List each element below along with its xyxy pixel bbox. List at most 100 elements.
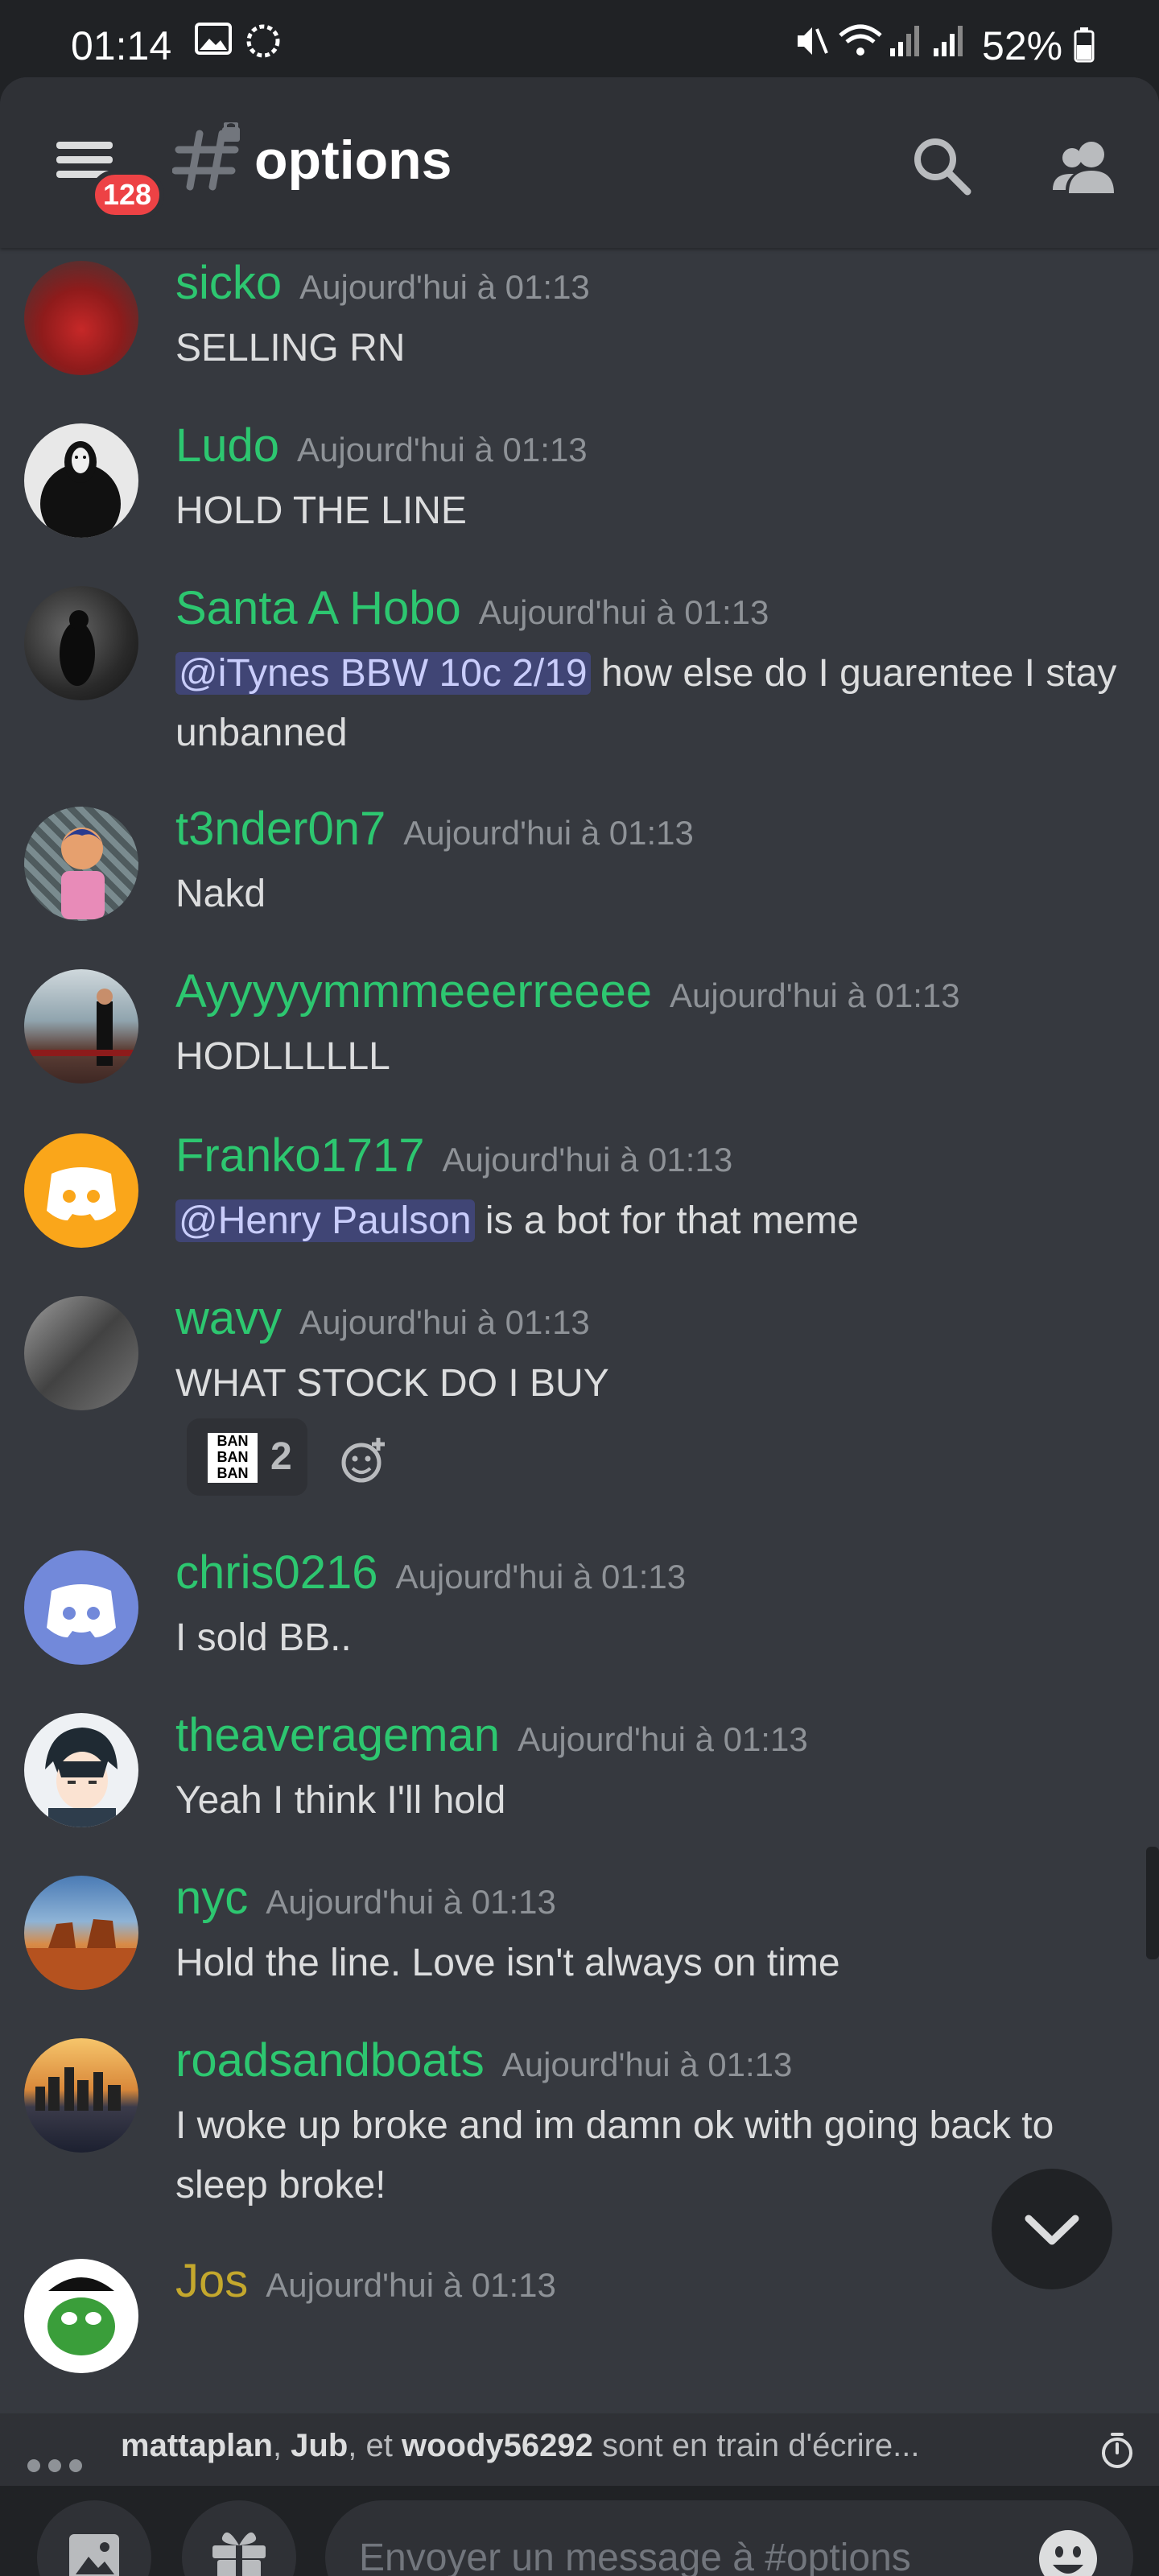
message-timestamp: Aujourd'hui à 01:13 bbox=[403, 814, 694, 852]
avatar[interactable] bbox=[24, 1133, 138, 1248]
message-timestamp: Aujourd'hui à 01:13 bbox=[266, 1883, 556, 1921]
jump-to-present-button[interactable] bbox=[992, 2169, 1112, 2289]
username[interactable]: Ayyyyymmmeeerreeee bbox=[175, 965, 652, 1018]
typing-user: woody56292 bbox=[402, 2428, 593, 2463]
message-timestamp: Aujourd'hui à 01:13 bbox=[266, 2266, 556, 2304]
message-content: HOLD THE LINE bbox=[175, 489, 467, 532]
message-author[interactable]: Ludo Aujourd'hui à 01:13 bbox=[175, 419, 588, 473]
message-author[interactable]: roadsandboats Aujourd'hui à 01:13 bbox=[175, 2033, 792, 2087]
reaction-pill[interactable]: BAN BAN BAN 2 bbox=[187, 1418, 307, 1496]
message-author[interactable]: chris0216 Aujourd'hui à 01:13 bbox=[175, 1546, 686, 1600]
user-mention[interactable]: @Henry Paulson bbox=[175, 1199, 475, 1242]
ban-emoji-icon: BAN BAN BAN bbox=[208, 1433, 258, 1483]
message-author[interactable]: Jos Aujourd'hui à 01:13 bbox=[175, 2254, 556, 2308]
typing-separator: , bbox=[272, 2428, 291, 2463]
image-icon bbox=[69, 2534, 119, 2576]
username[interactable]: Jos bbox=[175, 2255, 248, 2307]
message-timestamp: Aujourd'hui à 01:13 bbox=[299, 1303, 590, 1341]
signal-2-icon bbox=[932, 23, 967, 67]
message-author[interactable]: sicko Aujourd'hui à 01:13 bbox=[175, 256, 590, 310]
message-content: Nakd bbox=[175, 873, 266, 915]
message-content: Hold the line. Love isn't always on time bbox=[175, 1942, 840, 1984]
typing-user: Jub bbox=[291, 2428, 349, 2463]
status-time: 01:14 bbox=[71, 23, 172, 68]
message-composer: Envoyer un message à #options bbox=[0, 2486, 1159, 2576]
username[interactable]: wavy bbox=[175, 1292, 282, 1344]
message-input[interactable]: Envoyer un message à #options bbox=[325, 2500, 1133, 2576]
message-timestamp: Aujourd'hui à 01:13 bbox=[501, 2046, 793, 2083]
avatar[interactable] bbox=[24, 807, 138, 921]
message-author[interactable]: wavy Aujourd'hui à 01:13 bbox=[175, 1291, 590, 1345]
unread-badge: 128 bbox=[90, 170, 165, 220]
message-author[interactable]: Franko1717 Aujourd'hui à 01:13 bbox=[175, 1129, 732, 1183]
avatar[interactable] bbox=[24, 2038, 138, 2153]
avatar[interactable] bbox=[24, 586, 138, 700]
message-timestamp: Aujourd'hui à 01:13 bbox=[670, 976, 960, 1014]
avatar[interactable] bbox=[24, 1550, 138, 1665]
message-author[interactable]: t3nder0n7 Aujourd'hui à 01:13 bbox=[175, 802, 694, 856]
battery-icon bbox=[1074, 27, 1095, 63]
reaction-count: 2 bbox=[270, 1435, 292, 1478]
message-list[interactable]: sicko Aujourd'hui à 01:13 SELLING RN Ludo… bbox=[0, 248, 1159, 2413]
user-mention[interactable]: @iTynes BBW 10c 2/19 bbox=[175, 652, 591, 695]
message-timestamp: Aujourd'hui à 01:13 bbox=[297, 431, 588, 469]
avatar[interactable] bbox=[24, 1713, 138, 1827]
avatar[interactable] bbox=[24, 1296, 138, 1410]
emoji-icon[interactable] bbox=[1038, 2529, 1098, 2576]
typing-indicator: mattaplan, Jub, et woody56292 sont en tr… bbox=[0, 2413, 1159, 2486]
avatar[interactable] bbox=[24, 1876, 138, 1990]
avatar[interactable] bbox=[24, 423, 138, 538]
scrollbar-thumb[interactable] bbox=[1146, 1847, 1159, 1959]
search-icon[interactable] bbox=[909, 134, 974, 198]
message-author[interactable]: nyc Aujourd'hui à 01:13 bbox=[175, 1871, 556, 1925]
message-timestamp: Aujourd'hui à 01:13 bbox=[442, 1141, 733, 1179]
username[interactable]: sicko bbox=[175, 257, 282, 309]
avatar[interactable] bbox=[24, 261, 138, 375]
image-upload-button[interactable] bbox=[37, 2500, 151, 2576]
typing-suffix: sont en train d'écrire... bbox=[592, 2428, 920, 2463]
username[interactable]: Franko1717 bbox=[175, 1129, 425, 1182]
username[interactable]: theaverageman bbox=[175, 1709, 500, 1761]
message-timestamp: Aujourd'hui à 01:13 bbox=[478, 593, 769, 631]
username[interactable]: chris0216 bbox=[175, 1546, 377, 1599]
typing-user: mattaplan bbox=[121, 2428, 273, 2463]
channel-header: 128 options bbox=[0, 77, 1159, 248]
timer-icon bbox=[1099, 2431, 1135, 2478]
username[interactable]: t3nder0n7 bbox=[175, 803, 386, 855]
message-text: is a bot for that meme bbox=[474, 1199, 860, 1242]
ban-emoji-text: BAN bbox=[217, 1433, 249, 1449]
username[interactable]: Ludo bbox=[175, 419, 279, 472]
message-timestamp: Aujourd'hui à 01:13 bbox=[518, 1720, 808, 1758]
message-timestamp: Aujourd'hui à 01:13 bbox=[395, 1558, 687, 1596]
signal-icon bbox=[889, 23, 924, 67]
message-content: HODLLLLLL bbox=[175, 1035, 390, 1078]
message-content: Yeah I think I'll hold bbox=[175, 1779, 506, 1822]
message-content: I sold BB.. bbox=[175, 1616, 352, 1659]
typing-text: mattaplan, Jub, et woody56292 sont en tr… bbox=[121, 2428, 920, 2464]
username[interactable]: nyc bbox=[175, 1872, 248, 1924]
add-reaction-icon[interactable] bbox=[340, 1436, 388, 1488]
members-icon[interactable] bbox=[1051, 134, 1116, 198]
avatar[interactable] bbox=[24, 969, 138, 1084]
typing-separator: , et bbox=[348, 2428, 402, 2463]
chevron-down-icon bbox=[1025, 2215, 1079, 2245]
message-timestamp: Aujourd'hui à 01:13 bbox=[299, 268, 590, 306]
message-content: @Henry Paulson is a bot for that meme bbox=[175, 1191, 1125, 1251]
message-author[interactable]: Santa A Hobo Aujourd'hui à 01:13 bbox=[175, 581, 769, 635]
gift-icon bbox=[212, 2532, 266, 2576]
channel-title: options bbox=[254, 130, 452, 191]
battery-text: 52% bbox=[982, 23, 1063, 68]
message-author[interactable]: theaverageman Aujourd'hui à 01:13 bbox=[175, 1708, 808, 1762]
message-author[interactable]: Ayyyyymmmeeerreeee Aujourd'hui à 01:13 bbox=[175, 964, 960, 1018]
wifi-icon bbox=[837, 23, 884, 68]
avatar[interactable] bbox=[24, 2259, 138, 2373]
status-bar: 01:14 52% bbox=[0, 0, 1159, 77]
message-content: SELLING RN bbox=[175, 327, 406, 369]
gift-button[interactable] bbox=[182, 2500, 296, 2576]
ban-emoji-text: BAN bbox=[217, 1465, 249, 1481]
username[interactable]: roadsandboats bbox=[175, 2034, 485, 2087]
message-input-placeholder: Envoyer un message à #options bbox=[359, 2537, 911, 2576]
battery-level: 52% bbox=[982, 23, 1095, 69]
text-channel-locked-icon bbox=[171, 120, 245, 204]
username[interactable]: Santa A Hobo bbox=[175, 582, 461, 634]
